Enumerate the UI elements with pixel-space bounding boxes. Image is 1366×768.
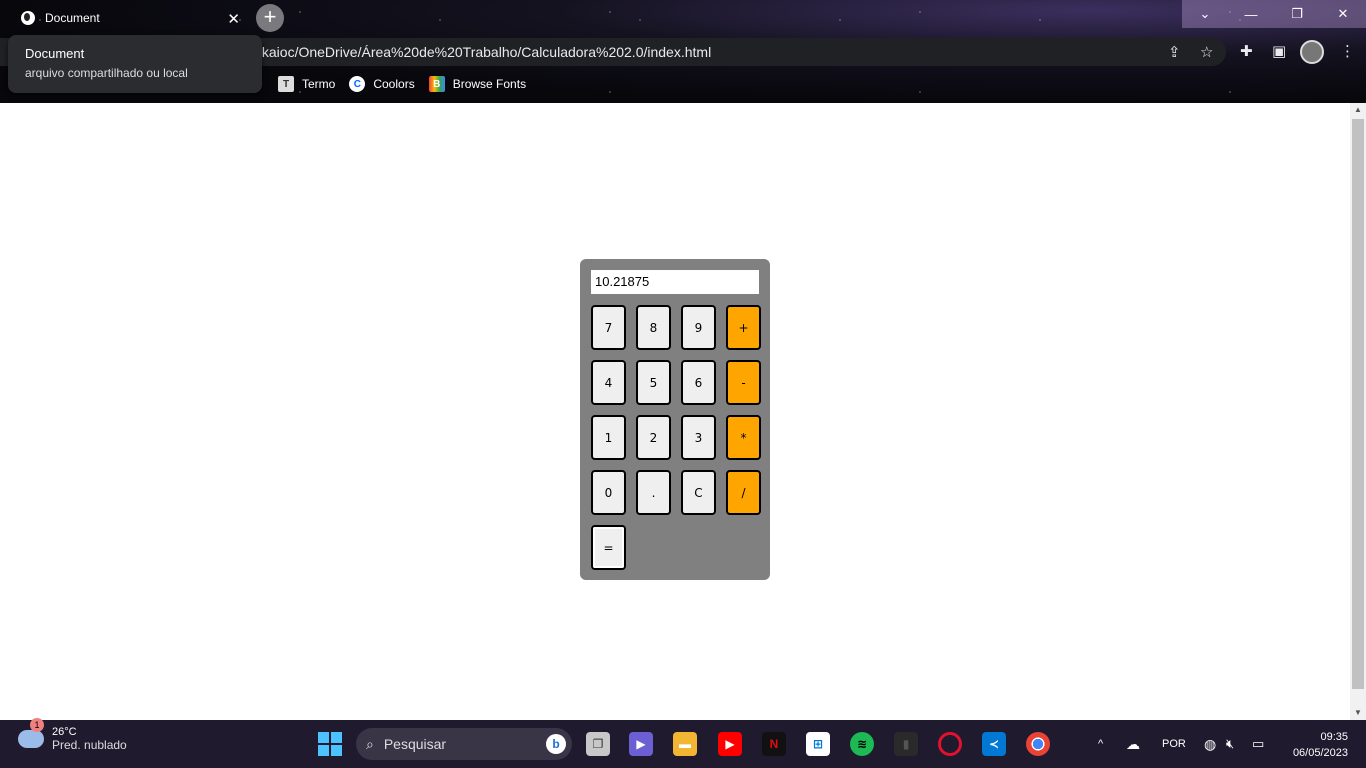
bookmark-label: Coolors: [373, 77, 415, 91]
cloud-icon: 1: [18, 718, 44, 748]
extensions-puzzle-icon[interactable]: ✚: [1240, 42, 1253, 60]
weather-widget[interactable]: 1 26°C Pred. nublado: [18, 718, 127, 752]
system-clock[interactable]: 09:35 06/05/2023: [1293, 729, 1348, 761]
scrollbar-thumb[interactable]: [1352, 119, 1364, 689]
search-placeholder: Pesquisar: [383, 736, 447, 752]
key-0-button[interactable]: 0: [591, 470, 626, 515]
globe-icon: [21, 11, 35, 25]
bing-icon[interactable]: b: [546, 734, 566, 754]
tab-title: Document: [45, 11, 100, 25]
teams-chat-icon[interactable]: ▶: [629, 732, 653, 756]
key-2-button[interactable]: 2: [636, 415, 671, 460]
youtube-icon[interactable]: ▶: [718, 732, 742, 756]
share-icon[interactable]: ⇪: [1168, 43, 1181, 61]
task-view-icon[interactable]: ❐: [586, 732, 610, 756]
key-decimal-button[interactable]: .: [636, 470, 671, 515]
weather-description: Pred. nublado: [52, 738, 127, 752]
bookmarks-bar: T Termo C Coolors B Browse Fonts: [278, 74, 526, 94]
termo-icon: T: [278, 76, 294, 92]
page-scrollbar[interactable]: ▲ ▼: [1350, 103, 1366, 720]
bookmark-coolors[interactable]: C Coolors: [349, 74, 415, 94]
key-4-button[interactable]: 4: [591, 360, 626, 405]
windows-start-icon[interactable]: [318, 732, 342, 756]
volume-muted-icon[interactable]: 🔇︎: [1226, 720, 1234, 768]
minimize-button[interactable]: —: [1228, 0, 1274, 28]
key-9-button[interactable]: 9: [681, 305, 716, 350]
key-5-button[interactable]: 5: [636, 360, 671, 405]
taskbar-search[interactable]: ⌕ Pesquisar b: [356, 728, 572, 760]
coolors-icon: C: [349, 76, 366, 92]
restore-button[interactable]: ❐: [1274, 0, 1320, 28]
app-icon[interactable]: ▮: [894, 732, 918, 756]
browse-fonts-icon: B: [428, 76, 445, 92]
new-tab-button[interactable]: +: [256, 4, 284, 32]
key-7-button[interactable]: 7: [591, 305, 626, 350]
network-globe-icon[interactable]: ◍: [1204, 720, 1216, 768]
key-equals-button[interactable]: =: [591, 525, 626, 570]
browser-tab[interactable]: Document ✕: [8, 4, 248, 32]
key-plus-button[interactable]: +: [726, 305, 761, 350]
bookmark-termo[interactable]: T Termo: [278, 74, 335, 94]
key-divide-button[interactable]: /: [726, 470, 761, 515]
scroll-down-icon[interactable]: ▼: [1350, 706, 1366, 720]
search-icon: ⌕: [366, 735, 374, 752]
vscode-icon[interactable]: ≺: [982, 732, 1006, 756]
calculator-keypad: 7 8 9 +4 5 6- 1 2 3 * 0. C / =: [591, 305, 761, 570]
close-window-button[interactable]: ✕: [1320, 0, 1366, 28]
browser-chrome: Document ✕ + ⌄ — ❐ ✕ /kaioc/OneDrive/Áre…: [0, 0, 1366, 103]
file-explorer-icon[interactable]: ▬: [673, 732, 697, 756]
scroll-up-icon[interactable]: ▲: [1350, 103, 1366, 117]
key-minus-button[interactable]: -: [726, 360, 761, 405]
profile-avatar[interactable]: [1300, 40, 1324, 64]
key-3-button[interactable]: 3: [681, 415, 716, 460]
tab-close-icon[interactable]: ✕: [227, 10, 240, 28]
key-8-button[interactable]: 8: [636, 305, 671, 350]
onedrive-cloud-icon[interactable]: ☁: [1126, 720, 1140, 768]
menu-kebab-icon[interactable]: ⋮: [1340, 42, 1355, 60]
calculator: 10.21875 7 8 9 +4 5 6- 1 2 3 * 0. C / =: [580, 259, 770, 580]
window-controls: ⌄ — ❐ ✕: [1182, 0, 1366, 28]
language-indicator[interactable]: POR: [1162, 720, 1186, 768]
battery-icon[interactable]: ▭: [1252, 720, 1264, 768]
bookmark-browse-fonts[interactable]: B Browse Fonts: [428, 74, 527, 94]
show-hidden-icons-chevron[interactable]: ^: [1098, 720, 1103, 768]
chrome-icon[interactable]: [1026, 732, 1050, 756]
key-1-button[interactable]: 1: [591, 415, 626, 460]
side-panel-icon[interactable]: ▣: [1272, 42, 1286, 60]
key-multiply-button[interactable]: *: [726, 415, 761, 460]
key-6-button[interactable]: 6: [681, 360, 716, 405]
taskbar: 1 26°C Pred. nublado ⌕ Pesquisar b ❐ ▶ ▬…: [0, 718, 1366, 768]
bookmark-star-icon[interactable]: ☆: [1200, 43, 1213, 61]
clock-date: 06/05/2023: [1292, 747, 1348, 759]
netflix-icon[interactable]: N: [762, 732, 786, 756]
calculator-display[interactable]: 10.21875: [590, 269, 760, 295]
key-clear-button[interactable]: C: [681, 470, 716, 515]
tab-search-chevron-icon[interactable]: ⌄: [1182, 0, 1228, 28]
address-url[interactable]: /kaioc/OneDrive/Área%20de%20Trabalho/Cal…: [258, 44, 711, 60]
clock-time: 09:35: [1320, 731, 1348, 743]
tab-hover-tooltip: Document arquivo compartilhado ou local: [8, 35, 262, 93]
tooltip-title: Document: [25, 46, 85, 61]
weather-temperature: 26°C: [52, 726, 77, 738]
bookmark-label: Termo: [302, 77, 336, 91]
bookmark-label: Browse Fonts: [452, 77, 527, 91]
page-viewport: 10.21875 7 8 9 +4 5 6- 1 2 3 * 0. C / =: [0, 103, 1350, 720]
spotify-icon[interactable]: ≋: [850, 732, 874, 756]
opera-icon[interactable]: [938, 732, 962, 756]
notification-badge: 1: [30, 718, 44, 732]
tooltip-subtitle: arquivo compartilhado ou local: [25, 66, 188, 80]
microsoft-store-icon[interactable]: ⊞: [806, 732, 830, 756]
